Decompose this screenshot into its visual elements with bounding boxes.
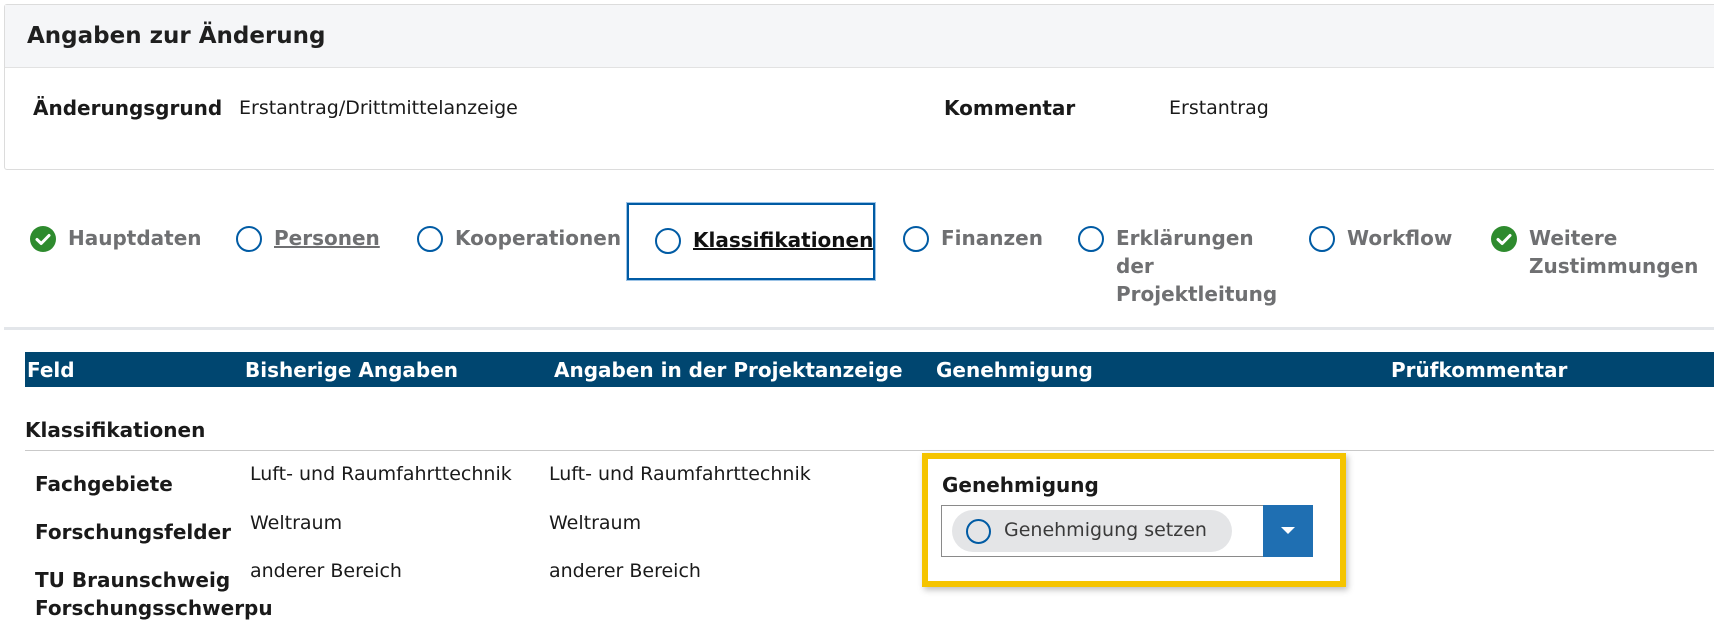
section-title: Klassifikationen [25, 418, 206, 442]
circle-icon [903, 226, 929, 252]
approval-select[interactable]: Genehmigung setzen [941, 505, 1313, 557]
cell-previous: Luft- und Raumfahrttechnik [250, 463, 512, 485]
row-label-fachgebiete: Fachgebiete [35, 472, 173, 496]
step-label: Hauptdaten [68, 226, 202, 250]
step-label: Workflow [1347, 226, 1453, 250]
circle-icon [655, 228, 681, 254]
cell-previous: anderer Bereich [250, 560, 402, 582]
col-header-projektanzeige: Angaben in der Projektanzeige [554, 358, 903, 382]
card-title: Angaben zur Änderung [27, 23, 326, 49]
step-label: Finanzen [941, 226, 1043, 250]
row-label-tu-braunschweig: TU Braunschweig [35, 568, 231, 592]
dropdown-button[interactable] [1263, 505, 1313, 557]
col-header-bisherige: Bisherige Angaben [245, 358, 459, 382]
step-label: Klassifikationen [693, 228, 874, 252]
table-header: Feld Bisherige Angaben Angaben in der Pr… [25, 352, 1714, 387]
circle-icon [236, 226, 262, 252]
step-label: Personen [274, 226, 380, 250]
chevron-down-icon [1281, 527, 1295, 534]
check-circle-icon [1491, 226, 1517, 252]
change-info-card: Angaben zur Änderung Änderungsgrund Erst… [4, 4, 1714, 170]
cell-current: anderer Bereich [549, 560, 701, 582]
col-header-feld: Feld [27, 358, 75, 382]
col-header-pruefkommentar: Prüfkommentar [1391, 358, 1568, 382]
step-label-line: Projektleitung [1116, 282, 1278, 306]
cell-current: Weltraum [549, 512, 642, 534]
step-label: Kooperationen [455, 226, 622, 250]
reason-value: Erstantrag/Drittmittelanzeige [239, 97, 518, 119]
circle-icon [966, 519, 991, 544]
comment-label: Kommentar [944, 96, 1076, 120]
cell-previous: Weltraum [250, 512, 343, 534]
section-divider [4, 327, 1714, 330]
row-label-forschungsschwerpunkt: Forschungsschwerpu [35, 596, 273, 620]
step-label-line: Erklärungen [1116, 226, 1254, 250]
check-circle-icon [30, 226, 56, 252]
section-underline [25, 450, 1714, 451]
approval-highlight-box: Genehmigung Genehmigung setzen [922, 453, 1346, 587]
circle-icon [417, 226, 443, 252]
approval-chip-text: Genehmigung setzen [1004, 519, 1207, 541]
reason-label: Änderungsgrund [33, 96, 223, 120]
step-label-line: Zustimmungen [1529, 254, 1699, 278]
step-label-line: der [1116, 254, 1154, 278]
row-label-forschungsfelder: Forschungsfelder [35, 520, 232, 544]
circle-icon [1309, 226, 1335, 252]
col-header-genehmigung: Genehmigung [936, 358, 1093, 382]
cell-current: Luft- und Raumfahrttechnik [549, 463, 811, 485]
approval-chip[interactable]: Genehmigung setzen [952, 510, 1232, 552]
approval-label: Genehmigung [942, 473, 1099, 497]
step-label-line: Weitere [1529, 226, 1618, 250]
comment-value: Erstantrag [1169, 97, 1269, 119]
circle-icon [1078, 226, 1104, 252]
